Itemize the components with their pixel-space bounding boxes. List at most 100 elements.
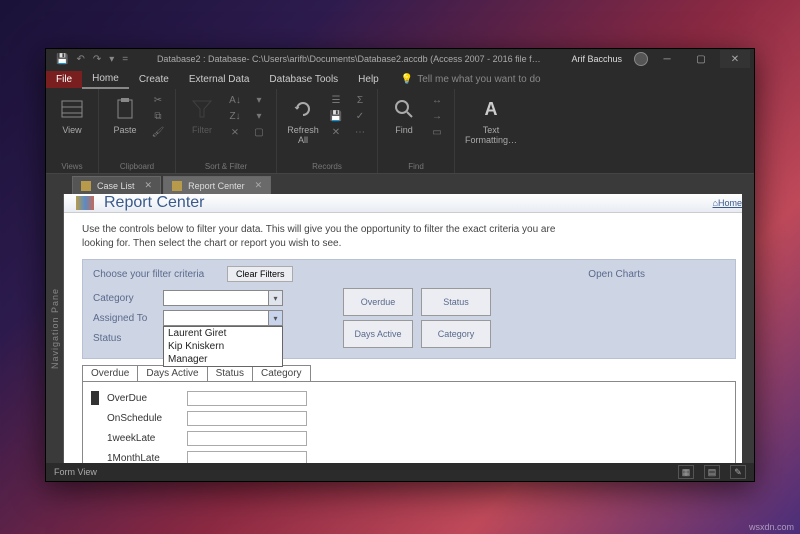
detail-row: 1MonthLate [91, 448, 727, 463]
avatar[interactable] [634, 52, 648, 66]
home-link[interactable]: ⌂Home [713, 198, 742, 208]
dropdown-option[interactable]: Laurent Giret [164, 327, 282, 340]
goto-icon[interactable]: → [428, 109, 446, 123]
monthlate-field[interactable] [187, 451, 307, 464]
tab-external-data[interactable]: External Data [179, 71, 260, 88]
cut-icon: ✂ [149, 93, 167, 107]
form-view-icon[interactable]: ▦ [678, 465, 694, 479]
ribbon-tabs: File Home Create External Data Database … [46, 69, 754, 89]
view-button[interactable]: View [54, 93, 90, 137]
group-records-label: Records [285, 160, 369, 171]
subtab-overdue[interactable]: Overdue [82, 365, 138, 381]
navigation-pane-collapsed[interactable]: Navigation Pane [46, 194, 64, 463]
tell-me-search[interactable]: 💡 Tell me what you want to do [401, 74, 541, 85]
close-button[interactable]: ✕ [720, 50, 750, 68]
refresh-icon [289, 95, 317, 123]
save-icon[interactable]: 💾 [56, 54, 68, 65]
subtab-category[interactable]: Category [252, 365, 311, 381]
maximize-button[interactable]: ▢ [686, 50, 716, 68]
account-name[interactable]: Arif Bacchus [563, 54, 630, 64]
form-header: Report Center ⌂Home [64, 194, 754, 213]
sort-asc-icon: A↓ [226, 93, 244, 107]
funnel-icon [188, 95, 216, 123]
titlebar: 💾 ↶ ↷ ▾ = Database2 : Database- C:\Users… [46, 49, 754, 69]
chevron-down-icon[interactable]: ▾ [268, 291, 282, 305]
statusbar: Form View ▦ ▤ ✎ [46, 463, 754, 481]
group-views-label: Views [54, 160, 90, 171]
datasheet-icon [58, 95, 86, 123]
sort-desc-icon: Z↓ [226, 109, 244, 123]
close-tab-icon[interactable]: ✕ [145, 180, 153, 191]
qat-dropdown-icon[interactable]: ▾ [109, 54, 114, 65]
chevron-down-icon[interactable]: ▾ [268, 311, 282, 325]
description-text: Use the controls below to filter your da… [82, 223, 562, 251]
category-chart-button[interactable]: Category [421, 320, 491, 348]
page-title: Report Center [104, 194, 205, 212]
form-icon [172, 181, 182, 191]
close-tab-icon[interactable]: ✕ [255, 180, 263, 191]
text-a-icon: A [477, 95, 505, 123]
save-record-icon[interactable]: 💾 [327, 109, 345, 123]
workspace: Navigation Pane Report Center ⌂Home Use … [46, 194, 754, 463]
text-formatting-button[interactable]: A Text Formatting… [463, 93, 519, 147]
status-label: Status [93, 333, 163, 344]
paste-button[interactable]: Paste [107, 93, 143, 137]
dropdown-option[interactable]: Kip Kniskern [164, 340, 282, 353]
open-charts-label: Open Charts [588, 269, 645, 280]
tab-database-tools[interactable]: Database Tools [259, 71, 348, 88]
group-clipboard-label: Clipboard [107, 160, 167, 171]
overdue-chart-button[interactable]: Overdue [343, 288, 413, 316]
redo-icon[interactable]: ↷ [93, 54, 101, 65]
clear-filters-button[interactable]: Clear Filters [227, 266, 294, 282]
doctab-case-list[interactable]: Case List ✕ [72, 176, 161, 194]
subtab-days-active[interactable]: Days Active [137, 365, 207, 381]
overdue-field[interactable] [187, 391, 307, 406]
details-pane: OverDue OnSchedule 1weekLate [82, 381, 736, 463]
toggle-filter-icon: ▢ [250, 125, 268, 139]
subtabs: Overdue Days Active Status Category [82, 365, 736, 381]
assigned-to-dropdown: Laurent Giret Kip Kniskern Manager [163, 326, 283, 367]
select-icon[interactable]: ▭ [428, 125, 446, 139]
tab-create[interactable]: Create [129, 71, 179, 88]
ribbon: View Views Paste ✂ ⧉ 🖌 Clipboard [46, 89, 754, 174]
filter-button: Filter [184, 93, 220, 137]
dropdown-option[interactable]: Manager [164, 353, 282, 366]
minimize-button[interactable]: ─ [652, 50, 682, 68]
status-chart-button[interactable]: Status [421, 288, 491, 316]
onschedule-field[interactable] [187, 411, 307, 426]
totals-icon[interactable]: Σ [351, 93, 369, 107]
find-button[interactable]: Find [386, 93, 422, 137]
advanced-icon: ▾ [250, 109, 268, 123]
tab-help[interactable]: Help [348, 71, 389, 88]
copy-icon: ⧉ [149, 109, 167, 123]
assigned-to-combo[interactable]: ▾ Laurent Giret Kip Kniskern Manager [163, 310, 283, 326]
delete-record-icon: ✕ [327, 125, 345, 139]
new-record-icon[interactable]: ☰ [327, 93, 345, 107]
clipboard-icon [111, 95, 139, 123]
subtab-status[interactable]: Status [207, 365, 253, 381]
format-painter-icon: 🖌 [149, 125, 167, 139]
undo-icon[interactable]: ↶ [76, 54, 84, 65]
detail-row: 1weekLate [91, 428, 727, 448]
filter-panel: Choose your filter criteria Clear Filter… [82, 259, 736, 359]
layout-view-icon[interactable]: ▤ [704, 465, 720, 479]
lightbulb-icon: 💡 [401, 74, 413, 85]
category-combo[interactable]: ▾ [163, 290, 283, 306]
tab-file[interactable]: File [46, 71, 82, 88]
design-view-icon[interactable]: ✎ [730, 465, 746, 479]
tab-home[interactable]: Home [82, 70, 129, 89]
qat-separator: = [122, 54, 128, 65]
weeklate-field[interactable] [187, 431, 307, 446]
chart-logo-icon [76, 196, 94, 210]
more-records-icon[interactable]: ⋯ [351, 125, 369, 139]
refresh-all-button[interactable]: Refresh All [285, 93, 321, 147]
doctab-report-center[interactable]: Report Center ✕ [163, 176, 271, 194]
spelling-icon[interactable]: ✓ [351, 109, 369, 123]
record-selector[interactable] [91, 391, 99, 405]
search-icon [390, 95, 418, 123]
days-active-chart-button[interactable]: Days Active [343, 320, 413, 348]
category-label: Category [93, 293, 163, 304]
window-title: Database2 : Database- C:\Users\arifb\Doc… [134, 54, 563, 64]
group-sortfilter-label: Sort & Filter [184, 160, 268, 171]
replace-icon[interactable]: ↔ [428, 93, 446, 107]
